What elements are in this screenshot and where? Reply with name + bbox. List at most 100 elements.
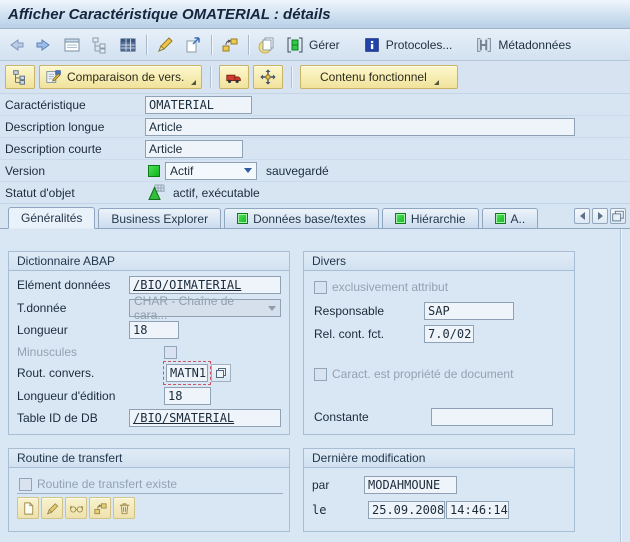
window-title: Afficher Caractéristique OMATERIAL : dét…: [0, 0, 630, 29]
header-form: Caractéristique OMATERIAL Description lo…: [0, 94, 630, 205]
rel-cont-fct-field[interactable]: 7.0/02: [424, 325, 474, 343]
caract-document-checkbox[interactable]: [314, 368, 327, 381]
row-longueur-edition: Longueur d'édition 18: [9, 386, 289, 406]
hierarchy-icon[interactable]: [90, 35, 110, 55]
version-comparison-label: Comparaison de vers.: [67, 70, 184, 84]
version-active-led-icon: [148, 165, 160, 177]
toolbar-separator: [248, 35, 249, 55]
chevron-down-icon: [268, 306, 276, 311]
longueur-edition-field[interactable]: 18: [164, 387, 211, 405]
tab-hierarchie[interactable]: Hiérarchie: [382, 208, 479, 228]
tab-donnees-base-textes-label: Données base/textes: [253, 212, 366, 226]
copy-icon[interactable]: [183, 35, 203, 55]
constante-label: Constante: [304, 410, 369, 424]
tab-strip: Généralités Business Explorer Données ba…: [0, 205, 630, 228]
protocoles-button[interactable]: Protocoles...: [362, 35, 453, 55]
modif-par-label: par: [304, 478, 329, 492]
toolbar-separator: [146, 35, 147, 55]
minuscules-checkbox[interactable]: [164, 346, 177, 359]
modif-date-field[interactable]: 25.09.2008: [368, 501, 445, 519]
documents-icon[interactable]: [257, 35, 277, 55]
gerer-button[interactable]: Gérer: [285, 35, 340, 55]
metadonnees-button[interactable]: Métadonnées: [474, 35, 571, 55]
version-dropdown[interactable]: Actif: [165, 162, 257, 180]
exclusivement-attribut-label: exclusivement attribut: [332, 280, 448, 294]
tab-attributs[interactable]: A..: [482, 208, 538, 228]
display-change-icon[interactable]: [155, 35, 175, 55]
tab-generalites[interactable]: Généralités: [8, 207, 95, 229]
dropdown-corner-icon: [191, 80, 196, 85]
tdonnee-dropdown[interactable]: CHAR - Chaîne de cara...: [129, 299, 281, 317]
transport-routine-button[interactable]: [89, 497, 111, 519]
green-led-icon: [495, 213, 506, 224]
row-routine-existe: Routine de transfert existe: [9, 474, 289, 494]
row-modif-le: le 25.09.2008 14:46:14: [304, 500, 574, 520]
description-courte-field[interactable]: Article: [145, 140, 243, 158]
tab-content-panel: Dictionnaire ABAP Elément données /BIO/O…: [0, 228, 630, 542]
dropdown-corner-icon: [434, 80, 439, 85]
forward-icon[interactable]: [34, 35, 54, 55]
metadonnees-label: Métadonnées: [498, 38, 571, 52]
group-divers: Divers exclusivement attribut Responsabl…: [303, 251, 575, 435]
row-statut: Statut d'objet actif, exécutable: [0, 182, 630, 204]
tdonnee-value: CHAR - Chaîne de cara...: [134, 294, 268, 322]
tab-donnees-base-textes[interactable]: Données base/textes: [224, 208, 379, 228]
multiple-values-button[interactable]: [211, 364, 231, 382]
tab-scroll-right-button[interactable]: [592, 208, 608, 224]
change-routine-button[interactable]: [41, 497, 63, 519]
metadata-icon: [474, 35, 494, 55]
row-responsable: Responsable SAP: [304, 301, 574, 321]
table-id-db-field[interactable]: /BIO/SMATERIAL: [129, 409, 281, 427]
group-dictionnaire-abap: Dictionnaire ABAP Elément données /BIO/O…: [8, 251, 290, 435]
modif-par-field[interactable]: MODAHMOUNE: [364, 476, 457, 494]
row-caracteristique: Caractéristique OMATERIAL: [0, 94, 630, 116]
caracteristique-label: Caractéristique: [0, 98, 145, 112]
modif-time-field[interactable]: 14:46:14: [446, 501, 509, 519]
table-id-db-label: Table ID de DB: [9, 411, 98, 425]
row-rel-cont-fct: Rel. cont. fct. 7.0/02: [304, 324, 574, 344]
green-led-icon: [237, 213, 248, 224]
group-routine-title: Routine de transfert: [9, 449, 289, 468]
responsable-field[interactable]: SAP: [424, 302, 514, 320]
delete-routine-button[interactable]: [113, 497, 135, 519]
description-longue-field[interactable]: Article: [145, 118, 575, 136]
routine-existe-checkbox[interactable]: [19, 478, 32, 491]
group-divers-title: Divers: [304, 252, 574, 271]
row-exclusivement-attribut: exclusivement attribut: [304, 277, 574, 297]
caracteristique-field[interactable]: OMATERIAL: [145, 96, 252, 114]
routine-button-row: [17, 497, 135, 519]
row-table-id-db: Table ID de DB /BIO/SMATERIAL: [9, 408, 289, 428]
rout-convers-label: Rout. convers.: [9, 366, 94, 380]
hierarchy-button[interactable]: [5, 65, 35, 89]
element-donnees-field[interactable]: /BIO/OIMATERIAL: [129, 276, 281, 294]
where-used-button[interactable]: [253, 65, 283, 89]
gerer-icon: [285, 35, 305, 55]
element-donnees-label: Elément données: [9, 278, 110, 292]
grid-view-icon[interactable]: [118, 35, 138, 55]
toolbar-separator: [291, 66, 292, 88]
caract-document-label: Caract. est propriété de document: [332, 367, 513, 381]
rout-convers-field[interactable]: MATN1: [166, 364, 208, 382]
tab-scroll-left-button[interactable]: [574, 208, 590, 224]
tab-business-explorer[interactable]: Business Explorer: [98, 208, 221, 228]
longueur-field[interactable]: 18: [129, 321, 179, 339]
create-routine-button[interactable]: [17, 497, 39, 519]
transport-icon[interactable]: [220, 35, 240, 55]
transport-truck-button[interactable]: [219, 65, 249, 89]
display-routine-button[interactable]: [65, 497, 87, 519]
constante-field[interactable]: [431, 408, 553, 426]
back-icon[interactable]: [6, 35, 26, 55]
version-comparison-button[interactable]: Comparaison de vers.: [39, 65, 202, 89]
functional-content-button[interactable]: Contenu fonctionnel: [300, 65, 458, 89]
version-label: Version: [0, 164, 145, 178]
sap-window: Afficher Caractéristique OMATERIAL : dét…: [0, 0, 630, 542]
description-longue-label: Description longue: [0, 120, 145, 134]
application-toolbar: Comparaison de vers. Contenu fonctionnel: [0, 61, 630, 94]
tab-list-button[interactable]: [610, 208, 626, 224]
row-description-courte: Description courte Article: [0, 138, 630, 160]
exclusivement-attribut-checkbox[interactable]: [314, 281, 327, 294]
minuscules-label: Minuscules: [9, 345, 77, 359]
overview-icon[interactable]: [62, 35, 82, 55]
protocoles-label: Protocoles...: [386, 38, 453, 52]
group-routine-transfert: Routine de transfert Routine de transfer…: [8, 448, 290, 532]
